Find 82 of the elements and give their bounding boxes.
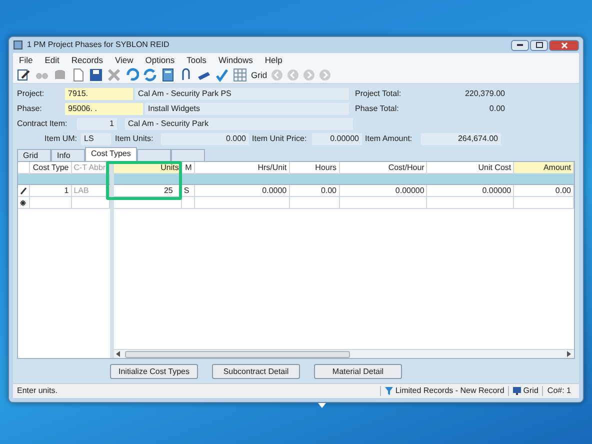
monitor-icon xyxy=(513,387,522,395)
action-button[interactable]: Initialize Cost Types xyxy=(110,364,198,379)
table-cell: 1 xyxy=(30,185,72,196)
filter-row[interactable] xyxy=(18,174,110,186)
column-header[interactable]: Cost/Hour xyxy=(340,162,428,174)
close-icon xyxy=(560,42,568,48)
horizontal-scrollbar[interactable] xyxy=(114,349,574,358)
input-field[interactable]: LS xyxy=(81,133,111,146)
menu-item[interactable]: Help xyxy=(264,55,282,66)
field-value: 0.00 xyxy=(488,104,505,114)
minimize-button[interactable] xyxy=(511,40,529,50)
field-label: Phase: xyxy=(17,104,43,114)
field-label: Item Units: xyxy=(115,134,154,144)
status-message: Enter units. xyxy=(17,386,58,396)
menu-item[interactable]: Options xyxy=(145,55,175,66)
table-cell: 0.00 xyxy=(290,185,340,196)
column-header[interactable]: M xyxy=(182,162,195,174)
app-icon xyxy=(13,40,23,50)
input-field[interactable]: Cal Am - Security Park PS xyxy=(135,88,349,100)
column-header[interactable]: Amount xyxy=(514,162,574,174)
input-field[interactable]: 95006. . xyxy=(65,103,143,116)
input-field[interactable]: Install Widgets xyxy=(145,103,349,116)
table-cell: 0.00000 xyxy=(427,185,514,196)
column-header[interactable]: Cost Type xyxy=(30,162,72,174)
table-cell: 0.0000 xyxy=(194,185,290,196)
refresh-icon[interactable] xyxy=(143,68,157,82)
maximize-icon xyxy=(536,42,542,48)
maximize-button[interactable] xyxy=(530,40,548,50)
input-field[interactable]: 0.00000 xyxy=(312,133,362,146)
document-icon[interactable] xyxy=(71,68,85,82)
calculator-icon[interactable] xyxy=(161,68,175,82)
field-label: Phase Total: xyxy=(355,104,400,114)
scroll-left-icon[interactable] xyxy=(116,351,121,357)
action-button[interactable]: Material Detail xyxy=(314,364,402,379)
spellcheck-icon[interactable] xyxy=(215,68,229,82)
menu-item[interactable]: Records xyxy=(71,55,104,66)
window-title: 1 PM Project Phases for SYBLON REID xyxy=(27,40,170,50)
menu-item[interactable]: File xyxy=(19,55,33,66)
column-header[interactable]: Hrs/Unit xyxy=(194,162,290,174)
field-label: Item Unit Price: xyxy=(252,134,308,144)
tab[interactable]: Grid xyxy=(17,149,51,162)
scroll-right-icon[interactable] xyxy=(567,351,572,357)
field-label: Project: xyxy=(17,89,46,99)
minimize-icon xyxy=(517,44,523,46)
field-label: Contract Item: xyxy=(17,119,68,129)
filter-row[interactable] xyxy=(114,174,574,186)
undo-icon[interactable] xyxy=(125,68,139,82)
column-header[interactable]: Hours xyxy=(290,162,340,174)
status-text: Limited Records - New Record xyxy=(395,386,504,396)
edit-icon[interactable] xyxy=(17,68,31,82)
field-label: Project Total: xyxy=(355,89,402,99)
input-field[interactable]: 1 xyxy=(77,118,117,130)
close-button[interactable] xyxy=(549,40,579,50)
arrow-icon xyxy=(318,403,326,408)
status-text: Co#: 1 xyxy=(547,386,571,396)
input-field[interactable]: 0.000 xyxy=(161,133,249,146)
field-label: Item UM: xyxy=(44,134,77,144)
field-label: Item Amount: xyxy=(365,134,414,144)
tab[interactable]: Info xyxy=(51,149,85,162)
action-button[interactable]: Subcontract Detail xyxy=(212,364,300,379)
menu-item[interactable]: Tools xyxy=(186,55,206,66)
table-cell: 25 xyxy=(114,185,182,196)
table-icon[interactable] xyxy=(233,68,247,82)
tab[interactable] xyxy=(136,149,171,162)
tab[interactable]: Cost Types xyxy=(85,147,137,162)
menu-item[interactable]: View xyxy=(115,55,134,66)
table-cell: 0.00 xyxy=(514,185,574,196)
input-field[interactable]: Cal Am - Security Park xyxy=(125,118,353,130)
table-cell: 0.00000 xyxy=(340,185,428,196)
input-field[interactable]: 264,674.00 xyxy=(421,133,501,146)
view-dropdown[interactable]: Grid xyxy=(251,70,268,80)
new-row-icon xyxy=(20,200,26,206)
filter-icon xyxy=(385,387,394,395)
menu-item[interactable]: Edit xyxy=(44,55,60,66)
status-text: Grid xyxy=(523,386,538,396)
pencil-icon xyxy=(20,187,27,196)
table-cell: LAB xyxy=(72,185,110,196)
save-icon[interactable] xyxy=(89,68,103,82)
menu-item[interactable]: Windows xyxy=(218,55,253,66)
table-cell: S xyxy=(182,185,195,196)
field-value: 220,379.00 xyxy=(464,89,505,99)
input-field[interactable]: 7915. xyxy=(65,88,133,100)
